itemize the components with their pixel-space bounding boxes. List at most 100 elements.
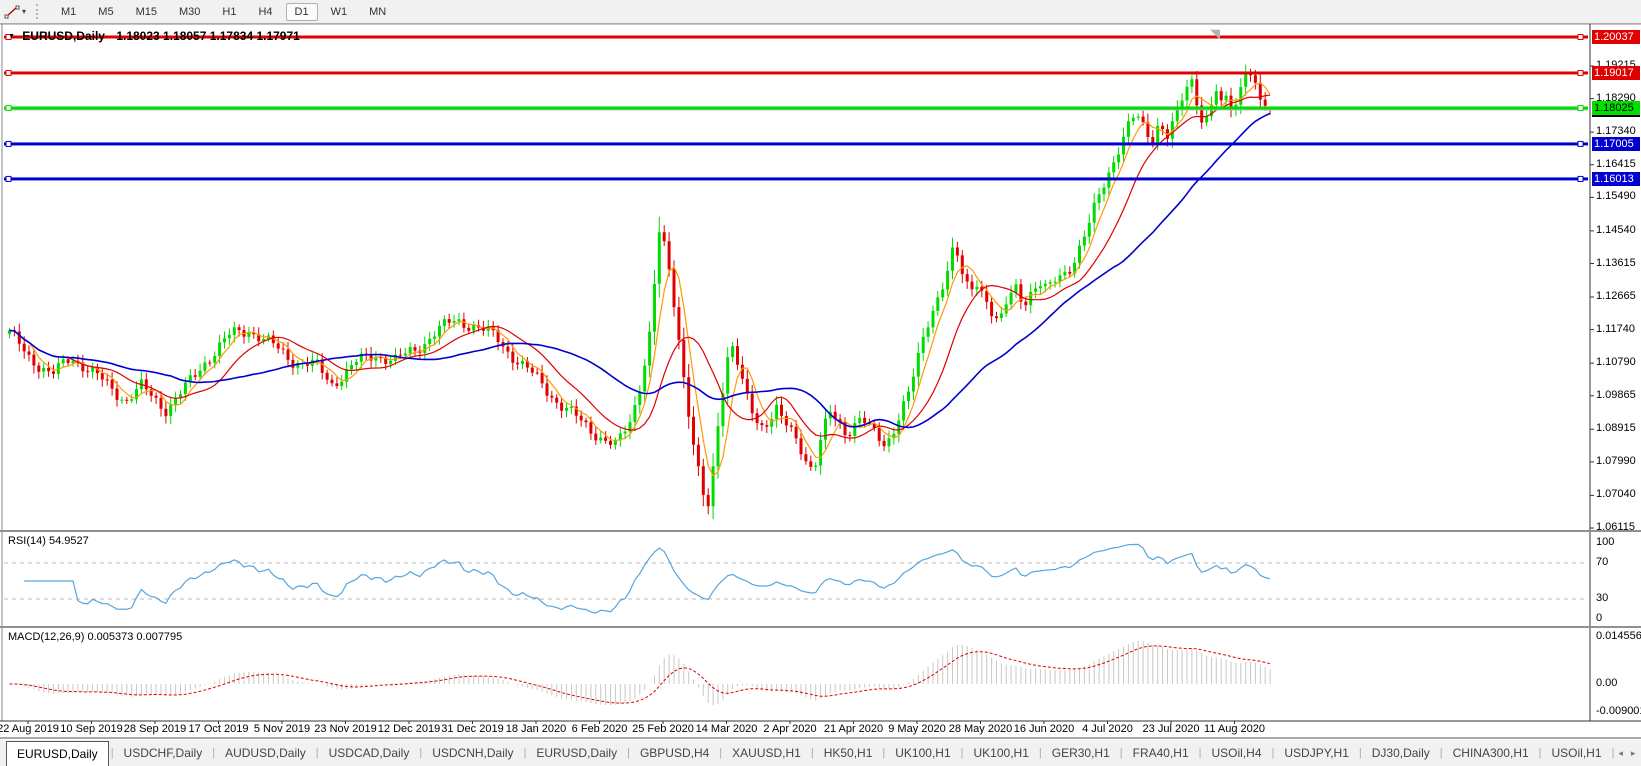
hline-anchor-right-1.19017[interactable] [1577, 69, 1584, 76]
chart-tab-USOil-H4[interactable]: USOil,H4 [1202, 740, 1272, 766]
price-tick-label: 1.07040 [1596, 488, 1636, 501]
price-tick-label: 1.11740 [1596, 322, 1635, 335]
chart-tab-CHINA300-H1[interactable]: CHINA300,H1 [1443, 740, 1539, 766]
date-tick-label: 14 Mar 2020 [695, 723, 758, 735]
date-tick-label: 25 Feb 2020 [632, 723, 694, 735]
chart-tab-AUDUSD-Daily[interactable]: AUDUSD,Daily [215, 740, 316, 766]
date-tick-label: 5 Nov 2019 [253, 723, 311, 735]
date-tick-label: 10 Sep 2019 [60, 723, 123, 735]
date-tick-label: 6 Feb 2020 [571, 723, 628, 735]
chart-title-marker-icon: ▼ [8, 33, 15, 40]
date-tick-label: 23 Nov 2019 [314, 723, 377, 735]
chart-tab-EURUSD-Daily[interactable]: EURUSD,Daily [526, 740, 627, 766]
macd-scale-label: 0.014556 [1596, 630, 1641, 642]
price-tick-label: 1.12665 [1596, 290, 1636, 302]
tf-button-M5[interactable]: M5 [89, 3, 122, 21]
date-tick-label: 17 Oct 2019 [188, 723, 249, 735]
date-tick-label: 4 Jul 2020 [1082, 723, 1133, 735]
date-tick-label: 28 Sep 2019 [123, 723, 187, 735]
hline-1.17005[interactable] [4, 142, 1588, 146]
date-tick-label: 12 Dec 2019 [377, 723, 441, 735]
date-tick-label: 23 Jul 2020 [1142, 723, 1200, 735]
candles [12, 71, 1272, 507]
chart-tab-USOil-H1[interactable]: USOil,H1 [1542, 740, 1612, 766]
timeframe-buttons: M1 M5 M15 M30 H1 H4 D1 W1 MN [50, 2, 397, 21]
hline-anchor-right-1.18025[interactable] [1577, 104, 1584, 111]
chart-tab-HK50-H1[interactable]: HK50,H1 [814, 740, 883, 766]
hline-anchor-left-1.19017[interactable] [5, 69, 12, 76]
chart-ohlc-values: 1.18023 1.18057 1.17834 1.17971 [116, 29, 300, 43]
chart-tab-GER30-H1[interactable]: GER30,H1 [1042, 740, 1120, 766]
mt4-window: ▾ M1 M5 M15 M30 H1 H4 D1 W1 MN ▼ EURUSD,Daily 1.… [0, 0, 1641, 766]
price-label-1.16013: 1.16013 [1592, 171, 1640, 186]
hline-anchor-right-1.16013[interactable] [1577, 175, 1584, 182]
hline-anchor-left-1.17005[interactable] [5, 140, 12, 147]
chart-tab-USDCAD-Daily[interactable]: USDCAD,Daily [319, 740, 420, 766]
date-tick-label: 2 Apr 2020 [763, 723, 817, 735]
hline-anchor-right-1.17005[interactable] [1577, 140, 1584, 147]
chart-title: ▼ EURUSD,Daily 1.18023 1.18057 1.17834 1… [8, 29, 300, 43]
ma-slow-line [9, 112, 1271, 429]
chart-tab-USDJPY-H1[interactable]: USDJPY,H1 [1274, 740, 1358, 766]
price-tick-label: 1.10790 [1596, 356, 1636, 369]
chart-tab-FRA40-H1[interactable]: FRA40,H1 [1123, 740, 1199, 766]
tf-button-W1[interactable]: W1 [322, 3, 357, 21]
macd-histogram [13, 640, 1271, 706]
candles [9, 64, 1247, 520]
chart-tab-UK100-H1[interactable]: UK100,H1 [885, 740, 960, 766]
chart-tab-GBPUSD-H4[interactable]: GBPUSD,H4 [630, 740, 719, 766]
hline-anchor-right-1.20037[interactable] [1577, 34, 1584, 40]
tabbar-scroll-right[interactable]: ▸ [1627, 740, 1640, 766]
chart-window: ▼ EURUSD,Daily 1.18023 1.18057 1.17834 1… [0, 23, 1641, 739]
dropdown-arrow-icon[interactable]: ▾ [22, 7, 26, 16]
tf-button-D1[interactable]: D1 [285, 2, 318, 21]
macd-scale-label: -0.009001 [1596, 705, 1641, 717]
tf-button-M15[interactable]: M15 [127, 3, 166, 21]
ma-fast-line [9, 82, 1271, 477]
chart-tab-XAUUSD-H1[interactable]: XAUUSD,H1 [722, 740, 811, 766]
macd-indicator-label: MACD(12,26,9) 0.005373 0.007795 [8, 631, 183, 643]
chart-symbol-period: EURUSD,Daily [22, 29, 105, 43]
price-tick-label: 1.09865 [1596, 388, 1636, 401]
hline-anchor-left-1.16013[interactable] [5, 175, 12, 182]
tabbar-scroll-left[interactable]: ◂ [1614, 740, 1627, 766]
chart-tab-EURUSD-Daily[interactable]: EURUSD,Daily [6, 741, 109, 766]
top-toolbar: ▾ M1 M5 M15 M30 H1 H4 D1 W1 MN [0, 0, 1641, 24]
scroll-position-marker-icon[interactable]: ◥ [1210, 26, 1220, 42]
price-tick-label: 1.16415 [1596, 157, 1636, 170]
price-label-1.19017: 1.19017 [1592, 65, 1640, 80]
price-label-1.18025: 1.18025 [1592, 100, 1640, 115]
chart-tab-bar: EURUSD,Daily | USDCHF,Daily | AUDUSD,Daily | U… [0, 740, 1641, 766]
tf-button-M30[interactable]: M30 [170, 3, 209, 21]
date-tick-label: 16 Jun 2020 [1013, 723, 1075, 735]
hline-anchor-left-1.18025[interactable] [5, 104, 12, 111]
price-tick-label: 1.06115 [1596, 521, 1635, 534]
drawing-tool-icon[interactable] [3, 4, 21, 20]
ma-mid-line [9, 94, 1271, 439]
tf-button-M1[interactable]: M1 [52, 3, 85, 21]
price-tick-label: 1.14540 [1596, 223, 1636, 236]
tf-button-H1[interactable]: H1 [213, 3, 245, 21]
tf-button-MN[interactable]: MN [360, 3, 395, 21]
price-label-1.17005: 1.17005 [1592, 136, 1640, 151]
candlestick-series [8, 64, 1272, 520]
rsi-line [24, 543, 1271, 614]
tf-button-H4[interactable]: H4 [249, 3, 281, 21]
chart-tab-USDCNH-Daily[interactable]: USDCNH,Daily [422, 740, 523, 766]
chart-tab-UK100-H1[interactable]: UK100,H1 [964, 740, 1039, 766]
price-tick-label: 1.13615 [1596, 256, 1636, 269]
price-tick-label: 1.07990 [1596, 454, 1636, 467]
hline-1.19017[interactable] [4, 71, 1588, 75]
rsi-scale-label: 100 [1596, 536, 1615, 548]
rsi-indicator-label: RSI(14) 54.9527 [8, 535, 89, 547]
candles [8, 71, 1248, 507]
hline-1.18025[interactable] [4, 106, 1588, 110]
chart-tab-DJ30-Daily[interactable]: DJ30,Daily [1362, 740, 1440, 766]
price-label-1.20037: 1.20037 [1592, 30, 1640, 44]
chart-tab-USDCHF-Daily[interactable]: USDCHF,Daily [114, 740, 213, 766]
date-tick-label: 22 Aug 2019 [0, 723, 59, 735]
toolbar-grip[interactable] [36, 4, 42, 19]
date-tick-label: 31 Dec 2019 [441, 723, 504, 735]
hline-1.16013[interactable] [4, 177, 1588, 181]
rsi-scale-label: 0 [1596, 612, 1603, 624]
